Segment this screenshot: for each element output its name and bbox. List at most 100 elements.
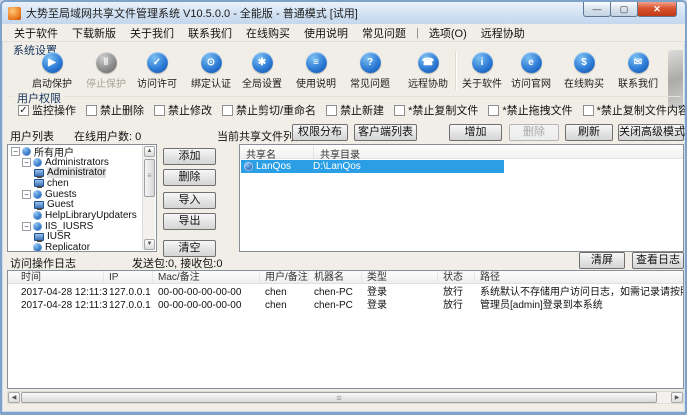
toolbar-bind-auth[interactable]: ⊙ 绑定认证: [183, 52, 239, 90]
column-user[interactable]: 用户/备注: [260, 271, 309, 284]
tree-node-helplibraryupdaters[interactable]: HelpLibraryUpdaters: [10, 210, 142, 221]
collapse-icon[interactable]: −: [22, 157, 31, 167]
log-path: 管理员[admin]登录到本系统: [480, 300, 603, 311]
shared-files-panel: 共享名 共享目录 LanQos D:\LanQos: [239, 144, 684, 252]
maximize-button[interactable]: ▢: [610, 2, 638, 17]
close-advanced-mode-button[interactable]: 关闭高级模式: [618, 124, 685, 141]
checkbox-icon: [582, 104, 594, 116]
play-icon: ▶: [41, 52, 63, 73]
column-machine[interactable]: 机器名: [309, 271, 362, 284]
tree-node-all-users[interactable]: − 所有用户: [10, 146, 142, 159]
tree-vertical-scrollbar[interactable]: ▲ ▼: [142, 146, 155, 250]
share-icon: [244, 162, 253, 171]
user-delete-button[interactable]: 删除: [163, 169, 216, 186]
user-import-button[interactable]: 导入: [163, 192, 216, 209]
user-export-button[interactable]: 导出: [163, 213, 216, 230]
tree-node-guest[interactable]: Guest: [10, 199, 142, 210]
column-share-dir[interactable]: 共享目录: [313, 146, 360, 161]
tree-node-guests[interactable]: − Guests: [10, 189, 142, 200]
menu-contact-us[interactable]: 联系我们: [182, 24, 238, 42]
checkbox-forbid-modify[interactable]: 禁止修改: [154, 102, 212, 118]
access-log-table: 时间 IP Mac/备注 用户/备注 机器名 类型 状态 路径 2017-04-…: [7, 270, 684, 389]
log-row[interactable]: 2017-04-28 12:11:30 127.0.0.1 00-00-00-0…: [8, 286, 683, 299]
menu-manual[interactable]: 使用说明: [298, 24, 354, 42]
minimize-button[interactable]: —: [583, 2, 611, 17]
shared-files-header: 共享名 共享目录: [240, 145, 683, 161]
menu-faq[interactable]: 常见问题: [356, 24, 412, 42]
permission-dist-button[interactable]: 权限分布: [292, 124, 348, 141]
tree-node-replicator[interactable]: Replicator: [10, 242, 142, 251]
column-path[interactable]: 路径: [475, 271, 683, 284]
toolbar-access-permit[interactable]: ✓ 访问许可: [129, 52, 185, 90]
user-icon: [34, 179, 44, 189]
checkbox-forbid-create[interactable]: 禁止新建: [326, 102, 384, 118]
menu-options[interactable]: 选项(O): [423, 24, 473, 42]
scroll-up-icon[interactable]: ▲: [144, 146, 155, 157]
checkbox-forbid-copy-content[interactable]: *禁止复制文件内容: [582, 102, 685, 118]
menu-buy-online[interactable]: 在线购买: [240, 24, 296, 42]
column-mac[interactable]: Mac/备注: [153, 271, 260, 284]
tree-node-administrator[interactable]: Administrator: [10, 167, 142, 179]
website-icon: e: [520, 52, 542, 73]
toolbar-remote-help[interactable]: ☎ 远程协助: [400, 52, 456, 90]
column-time[interactable]: 时间: [8, 271, 104, 284]
client-list-button[interactable]: 客户端列表: [354, 124, 417, 141]
share-add-button[interactable]: 增加: [449, 124, 502, 141]
scrollbar-thumb[interactable]: [21, 392, 657, 403]
collapse-icon[interactable]: −: [11, 146, 20, 156]
share-delete-button: 删除: [509, 124, 559, 141]
checkbox-forbid-cut-rename[interactable]: 禁止剪切/重命名: [222, 102, 316, 118]
menu-remote-help[interactable]: 远程协助: [475, 24, 531, 42]
menu-about-us[interactable]: 关于我们: [124, 24, 180, 42]
group-globe-icon: [33, 221, 42, 231]
tree-node-iusr[interactable]: IUSR: [10, 231, 142, 242]
checkbox-forbid-drag-file[interactable]: *禁止拖拽文件: [488, 102, 573, 118]
toolbar-contact[interactable]: ✉ 联系我们: [610, 52, 666, 90]
toolbar-faq[interactable]: ? 常见问题: [342, 52, 398, 90]
toolbar-buy[interactable]: $ 在线购买: [556, 52, 612, 90]
tree-node-administrators[interactable]: − Administrators: [10, 157, 142, 168]
scroll-left-icon[interactable]: ◀: [8, 392, 20, 403]
column-status[interactable]: 状态: [438, 271, 475, 284]
toolbar-about[interactable]: i 关于软件: [454, 52, 510, 90]
refresh-button[interactable]: 刷新: [565, 124, 613, 141]
log-user: chen: [265, 287, 287, 298]
app-icon: [8, 6, 21, 20]
checkbox-forbid-copy-file[interactable]: *禁止复制文件: [394, 102, 478, 118]
menu-download-new[interactable]: 下载新版: [66, 24, 122, 42]
toolbar-start-protect[interactable]: ▶ 启动保护: [24, 52, 80, 90]
scrollbar-thumb[interactable]: [144, 159, 155, 197]
toolbar-global-settings[interactable]: ✱ 全局设置: [234, 52, 290, 90]
tree-node-chen[interactable]: chen: [10, 178, 142, 189]
log-horizontal-scrollbar[interactable]: ◀ ▶: [7, 391, 684, 404]
checkbox-monitor-ops[interactable]: ✓ 监控操作: [18, 102, 76, 118]
scroll-down-icon[interactable]: ▼: [144, 239, 155, 250]
collapse-icon[interactable]: −: [22, 189, 31, 199]
checkbox-icon: [86, 104, 97, 116]
toolbar-website[interactable]: e 访问官网: [503, 52, 559, 90]
user-add-button[interactable]: 添加: [163, 148, 216, 165]
window-controls: — ▢ ✕: [583, 2, 677, 17]
packet-counters: 发送包:0, 接收包:0: [132, 258, 223, 270]
user-icon: [34, 232, 44, 242]
checkbox-checked-icon: ✓: [18, 104, 29, 116]
share-row-selected[interactable]: LanQos D:\LanQos: [241, 160, 504, 173]
close-button[interactable]: ✕: [637, 2, 677, 17]
pause-icon: ‖: [95, 52, 117, 73]
menu-about-software[interactable]: 关于软件: [8, 24, 64, 42]
clear-screen-button[interactable]: 清屏: [579, 252, 625, 269]
log-machine: chen-PC: [314, 300, 353, 311]
column-type[interactable]: 类型: [362, 271, 438, 284]
view-log-button[interactable]: 查看日志: [632, 252, 684, 269]
user-permissions-group: 用户权限 ✓ 监控操作 禁止删除 禁止修改 禁止剪切/重命名 禁止新建 *禁止复制…: [6, 90, 685, 122]
column-ip[interactable]: IP: [104, 271, 153, 284]
log-row[interactable]: 2017-04-28 12:11:30 127.0.0.1 00-00-00-0…: [8, 299, 683, 312]
scroll-right-icon[interactable]: ▶: [671, 392, 683, 403]
checkbox-forbid-delete[interactable]: 禁止删除: [86, 102, 144, 118]
collapse-icon[interactable]: −: [22, 221, 31, 231]
column-share-name[interactable]: 共享名: [246, 146, 276, 161]
tree-node-iis-iusrs[interactable]: − IIS_IUSRS: [10, 221, 142, 232]
toolbar-manual[interactable]: ≡ 使用说明: [288, 52, 344, 90]
log-mac: 00-00-00-00-00-00: [158, 287, 242, 298]
log-ip: 127.0.0.1: [109, 287, 151, 298]
